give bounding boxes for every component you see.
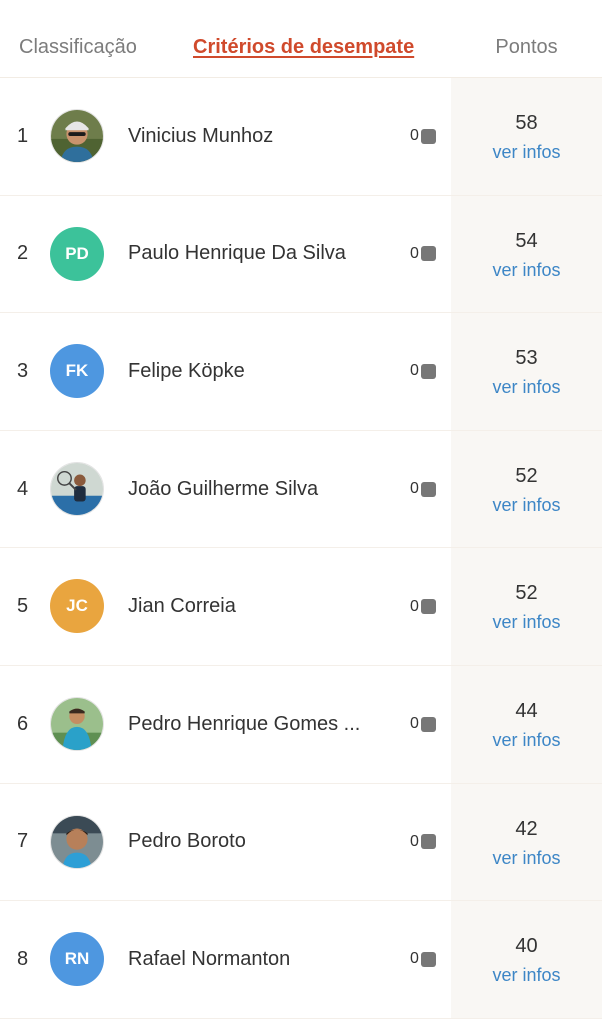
rank-position: 4 [17,477,29,500]
avatar-initials: JC [66,596,88,616]
rank-position: 8 [17,947,29,970]
rank-position: 5 [17,595,29,618]
rank-position: 3 [17,359,29,382]
points-column-header: Pontos [495,36,558,58]
points-cell: 52 ver infos [451,430,602,548]
count-value: 0 [410,480,419,498]
count-badge: 0 [410,901,436,1018]
avatar: FK [50,344,104,399]
ranking-row[interactable]: 4 João Guilherme Silva 0 52 ver infos [0,430,602,549]
avatar: RN [50,932,104,987]
player-name: Vinicius Munhoz [128,124,274,147]
player-name: Felipe Köpke [128,359,245,382]
points-value: 52 [515,464,538,487]
count-badge: 0 [410,313,436,430]
points-value: 44 [515,699,538,722]
count-badge: 0 [410,666,436,783]
count-value: 0 [410,832,419,850]
count-value: 0 [410,715,419,733]
ver-infos-link[interactable]: ver infos [451,965,602,986]
player-photo-icon [51,815,103,868]
avatar: JC [50,579,104,634]
square-icon [420,128,436,144]
points-value: 52 [515,582,538,605]
ranking-list: 1 Vinicius Munhoz 0 58 ver infos 2 PD Pa… [0,78,602,1019]
ver-infos-link[interactable]: ver infos [451,730,602,751]
rank-position: 1 [17,124,29,147]
player-name: João Guilherme Silva [128,477,319,500]
tab-classificacao[interactable]: Classificação [19,36,137,59]
points-cell: 44 ver infos [451,665,602,783]
ranking-row[interactable]: 2 PD Paulo Henrique Da Silva 0 54 ver in… [0,195,602,314]
points-cell: 53 ver infos [451,313,602,430]
ver-infos-link[interactable]: ver infos [451,260,602,281]
ver-infos-link[interactable]: ver infos [451,377,602,398]
player-name: Jian Correia [128,595,236,618]
avatar [50,696,104,751]
count-badge: 0 [410,78,436,195]
player-name: Pedro Henrique Gomes ... [128,712,361,735]
ver-infos-link[interactable]: ver infos [451,495,602,516]
player-name: Rafael Normanton [128,947,291,970]
rank-position: 2 [17,242,29,265]
tab-criterios-desempate[interactable]: Critérios de desempate [193,36,414,59]
avatar-initials: RN [64,949,90,969]
square-icon [420,951,436,967]
count-badge: 0 [410,784,436,901]
count-value: 0 [410,597,419,615]
points-value: 53 [515,347,538,370]
rank-position: 6 [17,712,29,735]
rank-position: 7 [17,830,29,853]
points-cell: 54 ver infos [451,195,602,313]
points-cell: 40 ver infos [451,901,602,1018]
ranking-header: Classificação Critérios de desempate Pon… [0,0,602,78]
avatar: PD [50,226,104,281]
count-badge: 0 [410,196,436,313]
square-icon [420,246,436,262]
ranking-row[interactable]: 6 Pedro Henrique Gomes ... 0 44 ver info… [0,665,602,784]
count-value: 0 [410,362,419,380]
avatar-initials: PD [65,243,89,263]
ranking-row[interactable]: 5 JC Jian Correia 0 52 ver infos [0,548,602,666]
count-value: 0 [410,244,419,262]
points-value: 42 [515,817,538,840]
ranking-row[interactable]: 8 RN Rafael Normanton 0 40 ver infos [0,901,602,1019]
player-photo-icon [51,110,103,162]
ranking-row[interactable]: 1 Vinicius Munhoz 0 58 ver infos [0,78,602,196]
count-value: 0 [410,127,419,145]
player-name: Paulo Henrique Da Silva [128,242,346,265]
square-icon [420,834,436,850]
square-icon [420,363,436,379]
player-name: Pedro Boroto [128,830,246,853]
avatar [50,109,104,163]
ver-infos-link[interactable]: ver infos [451,848,602,869]
points-cell: 42 ver infos [451,783,602,901]
points-value: 54 [515,229,538,252]
square-icon [420,716,436,732]
count-badge: 0 [410,431,436,548]
avatar-initials: FK [65,361,89,381]
square-icon [420,599,436,615]
ver-infos-link[interactable]: ver infos [451,142,602,163]
count-badge: 0 [410,548,436,665]
points-value: 40 [515,935,538,958]
ranking-row[interactable]: 7 Pedro Boroto 0 42 ver infos [0,783,602,902]
ranking-row[interactable]: 3 FK Felipe Köpke 0 53 ver infos [0,313,602,431]
points-value: 58 [515,112,538,134]
square-icon [420,481,436,497]
points-cell: 58 ver infos [451,78,602,195]
player-photo-icon [51,697,103,750]
avatar [50,461,104,516]
player-photo-icon [51,462,103,515]
points-cell: 52 ver infos [451,548,602,665]
ver-infos-link[interactable]: ver infos [451,612,602,633]
count-value: 0 [410,950,419,968]
avatar [50,814,104,869]
